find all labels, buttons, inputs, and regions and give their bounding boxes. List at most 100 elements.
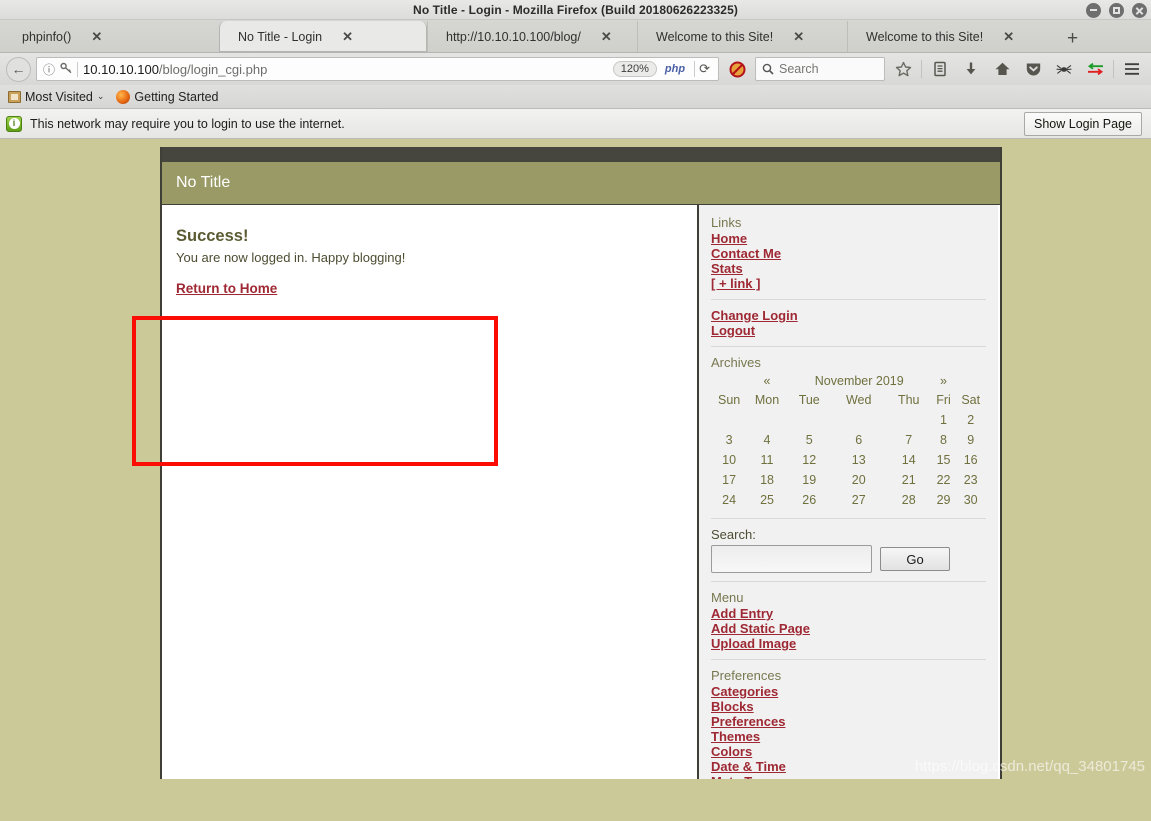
return-to-home-link[interactable]: Return to Home (176, 281, 277, 296)
tab-close-icon[interactable]: ✕ (601, 30, 612, 43)
tab-blog-url[interactable]: http://10.10.10.100/blog/ ✕ (427, 21, 637, 52)
hamburger-menu-icon[interactable] (1119, 56, 1145, 82)
archives-calendar: « November 2019 » Sun Mon Tue Wed Thu Fr… (711, 371, 986, 510)
sidebar-link-themes[interactable]: Themes (711, 729, 986, 744)
calendar-dow: Tue (798, 393, 820, 407)
calendar-day[interactable]: 8 (932, 430, 956, 450)
tab-close-icon[interactable]: ✕ (91, 30, 102, 43)
tab-strip: phpinfo() ✕ No Title - Login ✕ http://10… (0, 20, 1151, 53)
calendar-day[interactable]: 1 (932, 410, 956, 430)
tab-no-title-login[interactable]: No Title - Login ✕ (219, 21, 427, 52)
calendar-day[interactable]: 17 (711, 470, 747, 490)
calendar-day[interactable]: 10 (711, 450, 747, 470)
address-bar[interactable]: ⓘ 10.10.10.100/blog/login_cgi.php 120% p… (36, 57, 719, 81)
calendar-day[interactable]: 4 (747, 430, 787, 450)
tab-welcome-2[interactable]: Welcome to this Site! ✕ (847, 21, 1057, 52)
show-login-page-button[interactable]: Show Login Page (1024, 111, 1142, 136)
home-icon[interactable] (989, 56, 1015, 82)
calendar-day[interactable]: 20 (832, 470, 886, 490)
sidebar-link-colors[interactable]: Colors (711, 744, 986, 759)
maximize-icon[interactable] (1109, 2, 1124, 18)
calendar-day[interactable]: 26 (787, 490, 832, 510)
saved-login-key-icon[interactable] (60, 62, 72, 77)
bookmark-most-visited[interactable]: Most Visited ⌄ (8, 90, 104, 104)
sidebar-link-categories[interactable]: Categories (711, 684, 986, 699)
calendar-day[interactable]: 19 (787, 470, 832, 490)
calendar-dow: Fri (936, 393, 951, 407)
sidebar-section-menu: Menu Add Entry Add Static Page Upload Im… (711, 581, 986, 659)
calendar-day[interactable]: 22 (932, 470, 956, 490)
sync-arrows-icon[interactable] (1082, 56, 1108, 82)
search-bar[interactable]: Search (755, 57, 885, 81)
back-button[interactable]: ← (6, 56, 31, 82)
page-viewport: No Title Success! You are now logged in.… (0, 139, 1151, 779)
page-title: No Title (176, 174, 231, 191)
calendar-next-month-button[interactable]: » (932, 371, 956, 390)
search-icon (762, 63, 774, 75)
calendar-day[interactable]: 30 (955, 490, 986, 510)
calendar-day[interactable]: 15 (932, 450, 956, 470)
minimize-icon[interactable] (1086, 2, 1101, 18)
calendar-day[interactable]: 28 (886, 490, 932, 510)
calendar-week-row: 1 2 (711, 410, 986, 430)
calendar-day[interactable]: 24 (711, 490, 747, 510)
library-icon[interactable] (927, 56, 953, 82)
calendar-day[interactable]: 16 (955, 450, 986, 470)
calendar-day[interactable]: 7 (886, 430, 932, 450)
tab-close-icon[interactable]: ✕ (793, 30, 804, 43)
sidebar-link-logout[interactable]: Logout (711, 323, 986, 338)
calendar-day[interactable]: 25 (747, 490, 787, 510)
calendar-day (787, 410, 832, 430)
close-icon[interactable] (1132, 2, 1147, 18)
tab-close-icon[interactable]: ✕ (342, 30, 353, 43)
sidebar-link-add-entry[interactable]: Add Entry (711, 606, 986, 621)
tab-phpinfo[interactable]: phpinfo() ✕ (4, 21, 219, 52)
downloads-icon[interactable] (958, 56, 984, 82)
calendar-day[interactable]: 3 (711, 430, 747, 450)
identity-info-icon[interactable]: ⓘ (43, 61, 55, 78)
sidebar-link-change-login[interactable]: Change Login (711, 308, 986, 323)
tab-label: Welcome to this Site! (866, 29, 984, 44)
calendar-day[interactable]: 23 (955, 470, 986, 490)
reload-icon[interactable]: ⟳ (694, 61, 714, 77)
sidebar-search-go-button[interactable]: Go (880, 547, 950, 571)
calendar-day[interactable]: 21 (886, 470, 932, 490)
tab-close-icon[interactable]: ✕ (1003, 30, 1014, 43)
bookmark-star-icon[interactable] (890, 56, 916, 82)
calendar-day[interactable]: 29 (932, 490, 956, 510)
sidebar-link-stats[interactable]: Stats (711, 261, 986, 276)
sidebar-link-add-link[interactable]: [ + link ] (711, 276, 986, 291)
sidebar-link-home[interactable]: Home (711, 231, 986, 246)
sidebar-link-date-time[interactable]: Date & Time (711, 759, 986, 774)
calendar-prev-month-button[interactable]: « (747, 371, 787, 390)
calendar-day[interactable]: 2 (955, 410, 986, 430)
calendar-day[interactable]: 13 (832, 450, 886, 470)
sidebar-link-contact-me[interactable]: Contact Me (711, 246, 986, 261)
calendar-dow-row: Sun Mon Tue Wed Thu Fri Sat (711, 390, 986, 410)
noscript-icon[interactable] (724, 56, 750, 82)
calendar-week-row: 17 18 19 20 21 22 23 (711, 470, 986, 490)
new-tab-button[interactable]: + (1057, 29, 1088, 52)
sidebar-link-preferences[interactable]: Preferences (711, 714, 986, 729)
sidebar-link-meta-tags[interactable]: Meta Tags (711, 774, 986, 779)
bookmark-label: Getting Started (134, 89, 219, 104)
pocket-icon[interactable] (1020, 56, 1046, 82)
firefox-icon (116, 89, 131, 104)
bookmark-getting-started[interactable]: Getting Started (116, 89, 219, 104)
calendar-day[interactable]: 9 (955, 430, 986, 450)
calendar-day[interactable]: 18 (747, 470, 787, 490)
calendar-day[interactable]: 12 (787, 450, 832, 470)
sidebar-search-input[interactable] (711, 545, 872, 573)
calendar-day[interactable]: 6 (832, 430, 886, 450)
calendar-day[interactable]: 11 (747, 450, 787, 470)
zoom-level-badge[interactable]: 120% (612, 61, 657, 77)
tab-label: phpinfo() (22, 29, 72, 44)
calendar-day[interactable]: 27 (832, 490, 886, 510)
sidebar-link-upload-image[interactable]: Upload Image (711, 636, 986, 651)
calendar-day[interactable]: 14 (886, 450, 932, 470)
sidebar-link-add-static-page[interactable]: Add Static Page (711, 621, 986, 636)
tab-welcome-1[interactable]: Welcome to this Site! ✕ (637, 21, 847, 52)
sidebar-link-blocks[interactable]: Blocks (711, 699, 986, 714)
spider-icon[interactable] (1051, 56, 1077, 82)
calendar-day[interactable]: 5 (787, 430, 832, 450)
